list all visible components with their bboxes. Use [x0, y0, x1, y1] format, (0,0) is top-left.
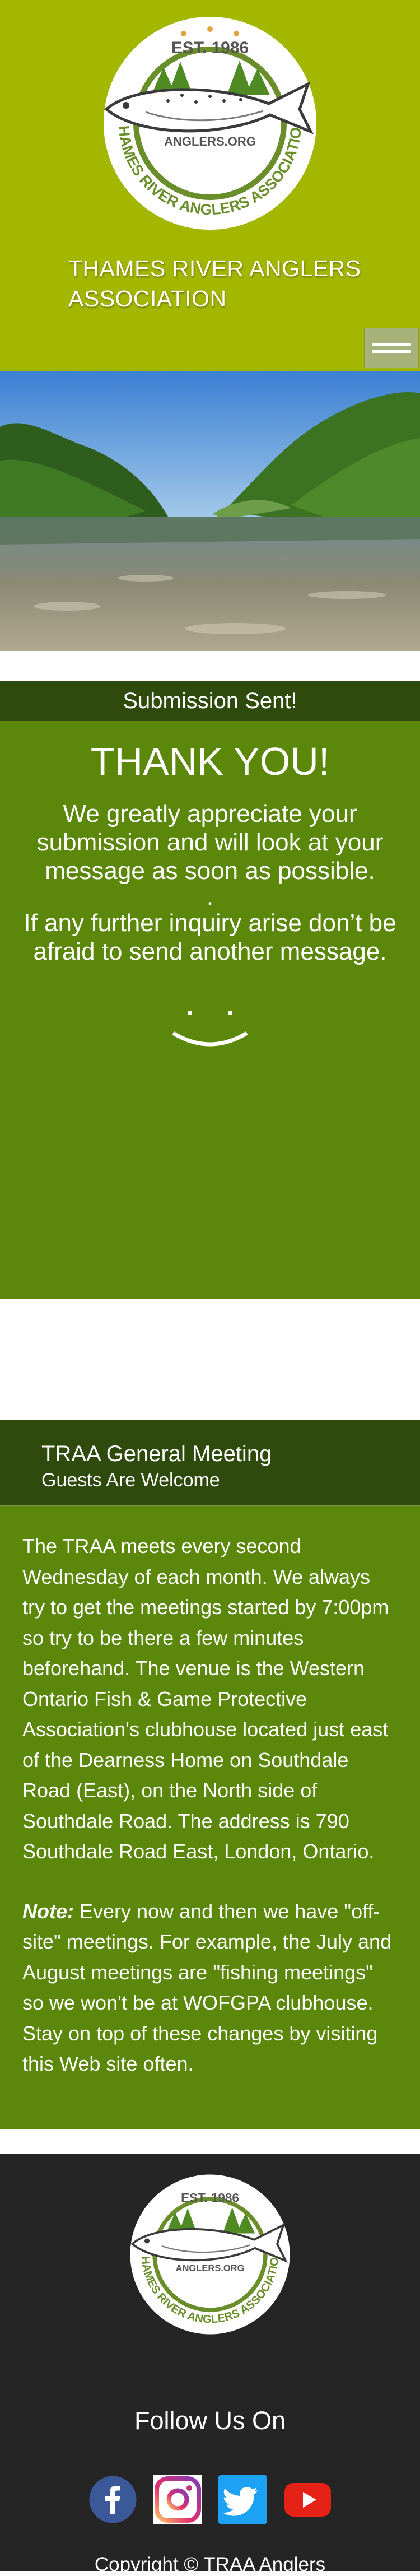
facebook-icon: [89, 2476, 136, 2523]
note-label: Note:: [22, 1899, 74, 1923]
inquiry-message: If any further inquiry arise don’t be af…: [24, 909, 396, 965]
hero-river-image: [0, 371, 420, 651]
twitter-link[interactable]: [218, 2475, 267, 2524]
spacer: [0, 1299, 420, 1420]
logo-site: ANGLERS.ORG: [164, 134, 256, 148]
youtube-icon: [284, 2483, 331, 2517]
site-title[interactable]: THAMES RIVER ANGLERS ASSOCIATION: [68, 253, 382, 314]
thank-you-heading: THANK YOU!: [90, 740, 330, 783]
footer-logo-year: EST. 1986: [181, 2191, 239, 2205]
meeting-paragraph: The TRAA meets every second Wednesday of…: [22, 1535, 389, 1863]
meeting-title: TRAA General Meeting: [41, 1442, 272, 1466]
facebook-link[interactable]: [88, 2475, 137, 2524]
follow-us-title: Follow Us On: [134, 2406, 286, 2435]
instagram-link[interactable]: [153, 2475, 202, 2524]
hamburger-icon-bar: [372, 343, 411, 346]
copyright-text: Copyright © TRAA Anglers: [94, 2554, 326, 2575]
logo-year: EST. 1986: [171, 39, 249, 57]
meeting-body: The TRAA meets every second Wednesday of…: [0, 1506, 420, 2129]
menu-toggle-button[interactable]: [364, 328, 419, 368]
message-separator: .: [206, 883, 214, 910]
meeting-header: TRAA General Meeting Guests Are Welcome: [0, 1420, 420, 1506]
site-header: EST. 1986 ANGLERS.ORG THAMES RIVER ANGLE…: [0, 0, 420, 371]
twitter-icon: [218, 2475, 267, 2524]
footer-logo-site: ANGLERS.ORG: [176, 2263, 245, 2273]
meeting-subtitle: Guests Are Welcome: [41, 1470, 220, 1491]
site-logo[interactable]: EST. 1986 ANGLERS.ORG THAMES RIVER ANGLE…: [84, 11, 336, 235]
note-text: Every now and then we have "off-site" me…: [22, 1899, 392, 2076]
spacer: [0, 651, 420, 681]
smiley-icon: [172, 1011, 248, 1047]
meeting-note: Note: Every now and then we have "off-si…: [22, 1896, 398, 2080]
meeting-section: TRAA General Meeting Guests Are Welcome …: [0, 1420, 420, 2129]
spacer: [0, 2129, 420, 2154]
site-footer: EST. 1986 ANGLERS.ORG THAMES RIVER ANGLE…: [0, 2154, 420, 2575]
footer-logo[interactable]: EST. 1986 ANGLERS.ORG THAMES RIVER ANGLE…: [112, 2170, 308, 2338]
thank-you-section: THANK YOU! We greatly appreciate your su…: [0, 721, 420, 1299]
submission-banner: Submission Sent!: [0, 681, 420, 721]
hamburger-icon-bar: [372, 350, 411, 353]
social-links: [0, 2475, 420, 2524]
thank-you-message: We greatly appreciate your submission an…: [36, 800, 384, 885]
instagram-icon: [153, 2475, 202, 2524]
youtube-link[interactable]: [283, 2475, 332, 2524]
